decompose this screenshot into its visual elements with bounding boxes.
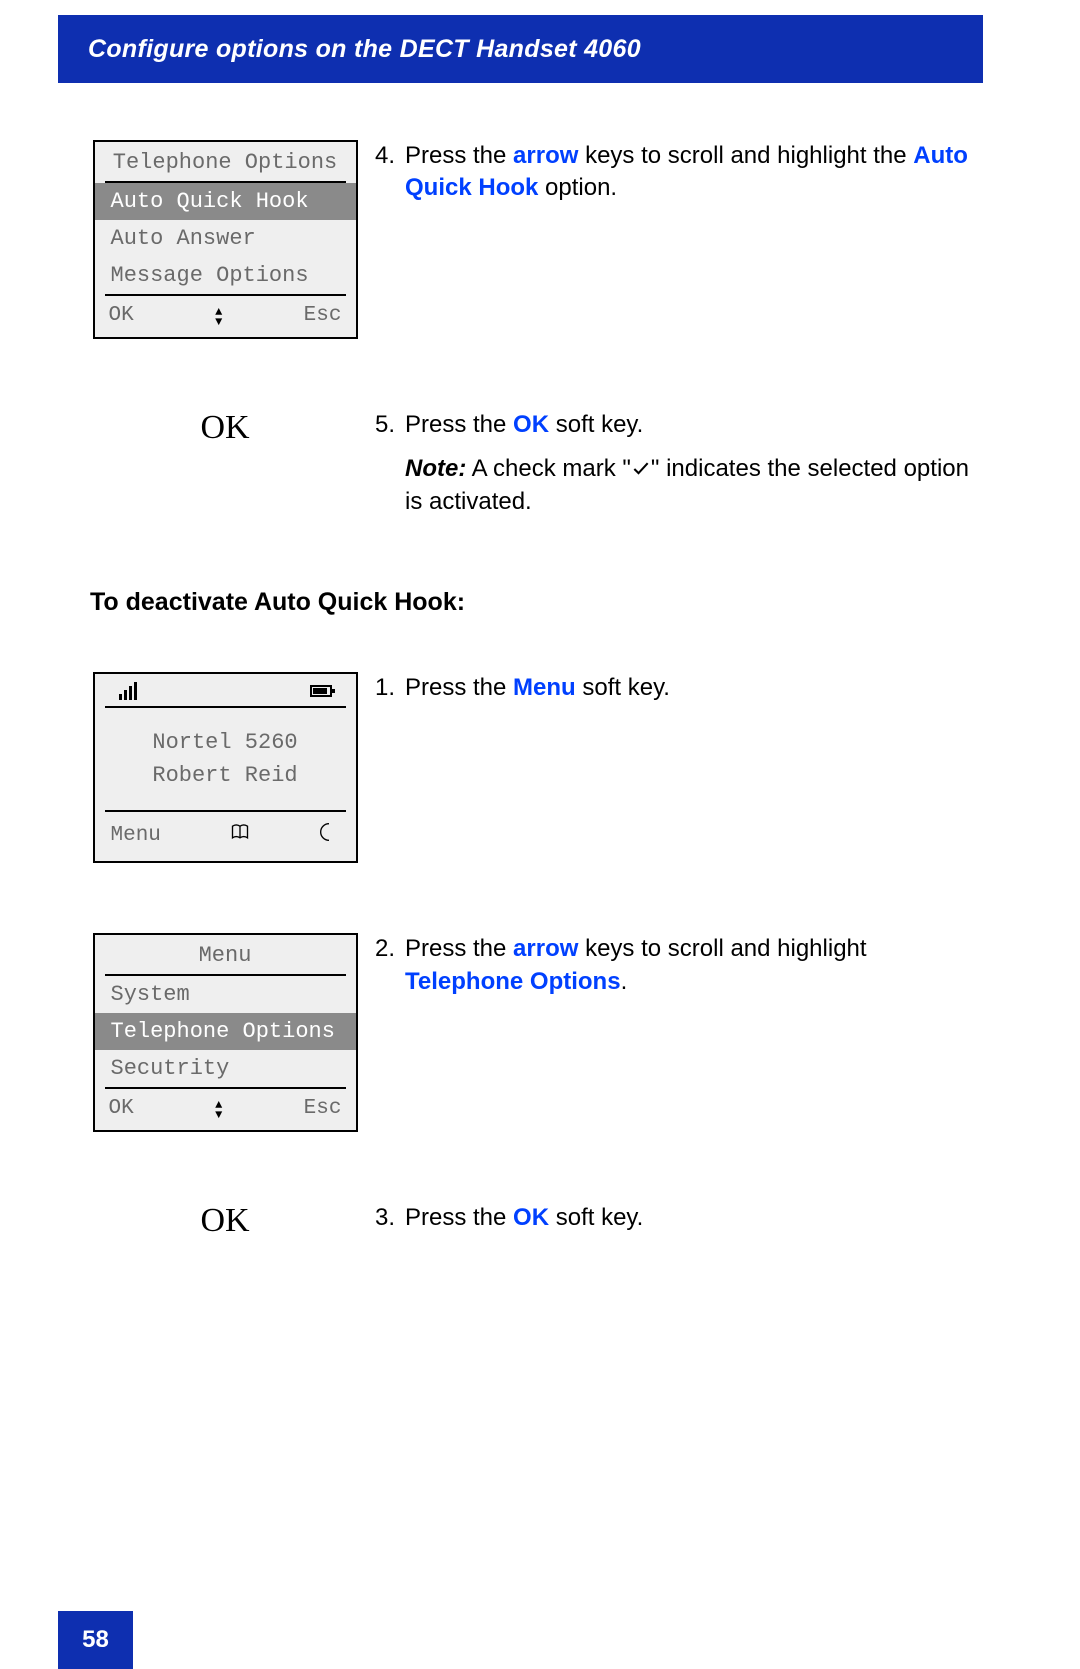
ok-label: OK [90,1202,360,1240]
softkey-esc: Esc [304,304,342,327]
left-col-ok1: OK [90,409,360,447]
subheader: To deactivate Auto Quick Hook: [90,588,975,617]
status-row [105,674,346,708]
screen3-item: System [105,976,346,1013]
softkey-esc: Esc [304,1097,342,1120]
step2-num: 2. [375,933,405,998]
step4-num: 4. [375,140,405,205]
left-col-screen3: Menu System Telephone Options Secutrity … [90,933,360,1132]
screen-idle: Nortel 5260 Robert Reid Menu [93,672,358,863]
row-step3: OK 3. Press the OK soft key. [90,1202,975,1240]
left-col-screen1: Telephone Options Auto Quick Hook Auto A… [90,140,360,339]
screen1-softkeys: OK ▲▼ Esc [95,296,356,337]
step1-num: 1. [375,672,405,704]
screen-menu: Menu System Telephone Options Secutrity … [93,933,358,1132]
screen-telephone-options: Telephone Options Auto Quick Hook Auto A… [93,140,358,339]
step5-note: Note: A check mark "" indicates the sele… [375,453,975,518]
step1-body: Press the Menu soft key. [405,672,975,704]
step5-body: Press the OK soft key. [405,409,975,441]
idle-body: Nortel 5260 Robert Reid [95,708,356,810]
updown-icon: ▲▼ [215,1101,222,1117]
signal-icon [119,682,137,700]
step4-text: 4. Press the arrow keys to scroll and hi… [360,140,975,205]
book-icon [230,822,250,849]
step1-text: 1. Press the Menu soft key. [360,672,975,704]
idle-line1: Nortel 5260 [95,726,356,759]
idle-line2: Robert Reid [95,759,356,792]
step5-num: 5. [375,409,405,441]
screen3-item-selected: Telephone Options [95,1013,356,1050]
battery-icon [310,685,332,697]
softkey-ok: OK [109,1097,134,1120]
softkey-menu: Menu [111,824,161,847]
step5-text: 5. Press the OK soft key. Note: A check … [360,409,975,518]
left-col-ok2: OK [90,1202,360,1240]
ok-keyword: OK [513,411,549,438]
screen1-item: Message Options [105,257,346,294]
screen2-softkeys: Menu [95,812,356,861]
arrow-keyword: arrow [513,142,578,169]
step3-text: 3. Press the OK soft key. [360,1202,975,1234]
header-title: Configure options on the DECT Handset 40… [88,35,641,64]
telephone-options-keyword: Telephone Options [405,968,621,995]
screen3-title: Menu [105,935,346,976]
step3-body: Press the OK soft key. [405,1202,975,1234]
screen1-item: Auto Answer [105,220,346,257]
screen3-softkeys: OK ▲▼ Esc [95,1089,356,1130]
moon-icon [319,822,339,849]
left-col-screen2: Nortel 5260 Robert Reid Menu [90,672,360,863]
header-bar: Configure options on the DECT Handset 40… [58,15,983,83]
arrow-keyword: arrow [513,935,578,962]
softkey-ok: OK [109,304,134,327]
step3-num: 3. [375,1202,405,1234]
row-step5: OK 5. Press the OK soft key. Note: A che… [90,409,975,518]
step2-body: Press the arrow keys to scroll and highl… [405,933,975,998]
updown-icon: ▲▼ [215,308,222,324]
content: Telephone Options Auto Quick Hook Auto A… [90,140,975,1310]
note-label: Note: [405,455,466,482]
step2-text: 2. Press the arrow keys to scroll and hi… [360,933,975,998]
page: Configure options on the DECT Handset 40… [0,0,1080,1669]
row-step1: Nortel 5260 Robert Reid Menu [90,672,975,863]
row-step4: Telephone Options Auto Quick Hook Auto A… [90,140,975,339]
footer-page-number: 58 [58,1611,133,1669]
screen3-list: System Telephone Options Secutrity [105,976,346,1087]
screen1-list: Auto Quick Hook Auto Answer Message Opti… [105,183,346,294]
step4-body: Press the arrow keys to scroll and highl… [405,140,975,205]
ok-label: OK [90,409,360,447]
screen3-item: Secutrity [105,1050,346,1087]
row-step2: Menu System Telephone Options Secutrity … [90,933,975,1132]
ok-keyword: OK [513,1204,549,1231]
screen1-title: Telephone Options [105,142,346,183]
check-icon [631,455,651,482]
menu-keyword: Menu [513,674,576,701]
screen1-item-selected: Auto Quick Hook [95,183,356,220]
